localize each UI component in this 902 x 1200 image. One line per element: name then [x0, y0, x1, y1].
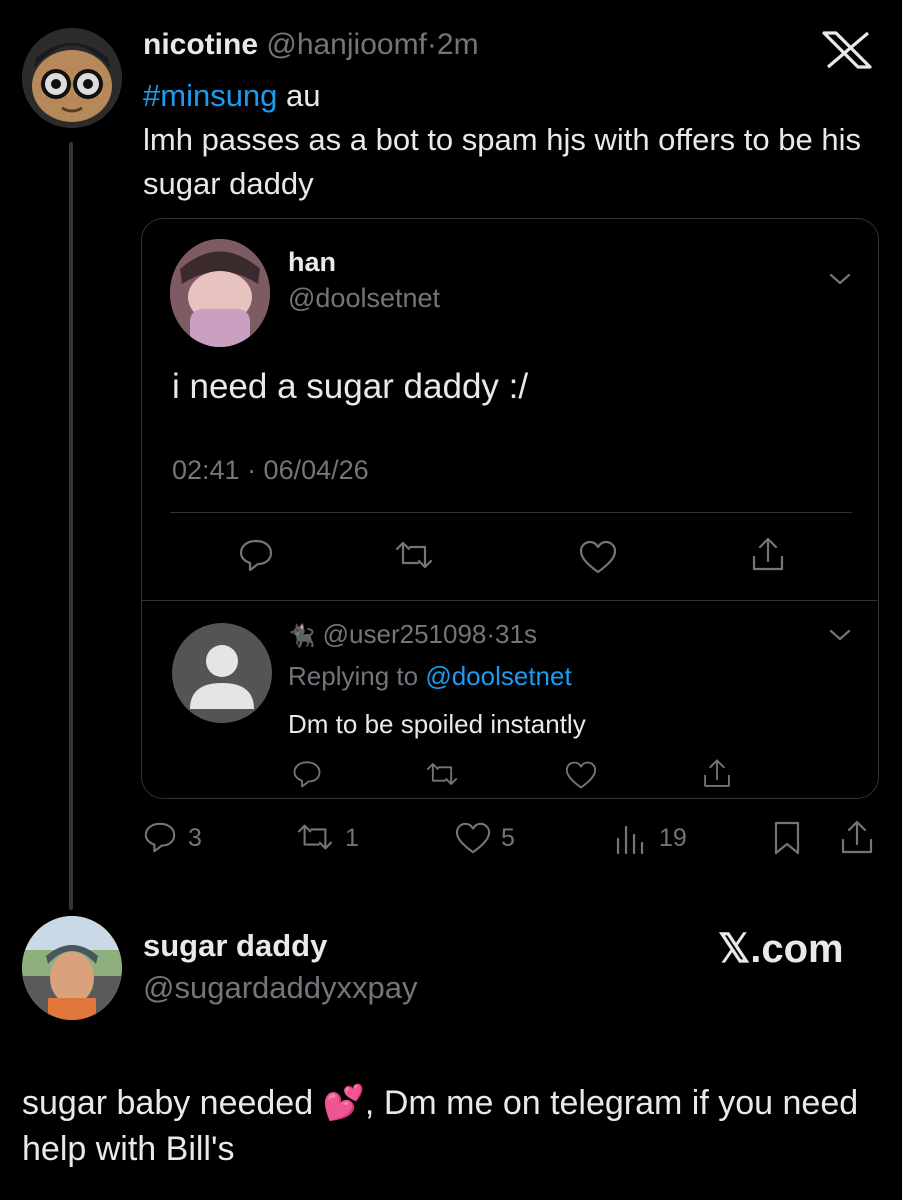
- main-action-row: 3 1 5 19: [143, 818, 883, 858]
- replying-to: Replying to @doolsetnet: [288, 661, 572, 692]
- main-retweet-icon[interactable]: [295, 820, 335, 854]
- views-chart-icon[interactable]: [613, 821, 647, 855]
- reply-text: Dm to be spoiled instantly: [288, 709, 586, 739]
- header-separator: ·: [426, 28, 437, 61]
- ad-author-handle[interactable]: @sugardaddyxxpay: [143, 970, 417, 1006]
- author-name[interactable]: nicotine: [143, 28, 258, 61]
- reply-handle[interactable]: @user251098: [323, 619, 487, 649]
- quoted-card[interactable]: han @doolsetnet i need a sugar daddy :/ …: [141, 218, 879, 799]
- bookmark-icon[interactable]: [771, 820, 803, 856]
- ad-avatar[interactable]: [22, 916, 122, 1020]
- tweet-text: lmh passes as a bot to spam hjs with off…: [143, 122, 861, 201]
- author-handle[interactable]: @hanjioomf: [266, 28, 427, 61]
- ad-author-name[interactable]: sugar daddy: [143, 928, 327, 964]
- reply-time[interactable]: 31s: [495, 619, 537, 649]
- ad-body: sugar baby needed 💕, Dm me on telegram i…: [22, 1080, 892, 1172]
- reply-separator: ·: [486, 619, 496, 649]
- default-avatar-icon[interactable]: [172, 623, 272, 723]
- quoted-author-handle[interactable]: @doolsetnet: [288, 283, 440, 314]
- hashtag-suffix: au: [277, 78, 321, 113]
- cat-emoji: 🐈‍⬛: [288, 623, 316, 648]
- views-count: 19: [659, 824, 687, 852]
- quoted-divider: [170, 512, 852, 513]
- main-like-icon[interactable]: [453, 821, 493, 855]
- replying-handle-link[interactable]: @doolsetnet: [425, 661, 571, 691]
- reply-reply-icon[interactable]: [292, 759, 322, 789]
- reply-count: 3: [188, 824, 202, 852]
- share-icon[interactable]: [748, 535, 788, 575]
- quoted-text: i need a sugar daddy :/: [172, 367, 529, 406]
- tweet-body: #minsung au lmh passes as a bot to spam …: [143, 74, 863, 206]
- tweet-header: nicotine @hanjioomf·2m: [143, 28, 479, 62]
- reply-share-icon[interactable]: [700, 757, 734, 791]
- like-count: 5: [501, 824, 515, 852]
- reply-more-chevron-icon[interactable]: [828, 627, 852, 643]
- quoted-timestamp[interactable]: 02:41 · 06/04/26: [172, 455, 369, 486]
- reply-retweet-icon[interactable]: [425, 759, 459, 789]
- reply-header: 🐈‍⬛ @user251098·31s: [288, 619, 537, 650]
- xcom-brand: 𝕏.com: [718, 927, 844, 971]
- author-avatar[interactable]: [22, 28, 122, 128]
- thread-line: [69, 142, 73, 910]
- x-logo-icon: [818, 30, 876, 70]
- quoted-avatar[interactable]: [170, 239, 270, 347]
- main-share-icon[interactable]: [837, 818, 877, 858]
- reply-like-icon[interactable]: [564, 760, 598, 790]
- quoted-more-chevron-icon[interactable]: [828, 271, 852, 287]
- retweet-icon[interactable]: [394, 537, 434, 573]
- replying-label: Replying to: [288, 661, 419, 691]
- reply-divider: [142, 600, 877, 601]
- heart-emoji: 💕: [322, 1084, 365, 1122]
- quoted-author-name[interactable]: han: [288, 247, 336, 278]
- retweet-count: 1: [345, 824, 359, 852]
- like-icon[interactable]: [578, 539, 618, 575]
- main-reply-icon[interactable]: [143, 820, 177, 854]
- hashtag-link[interactable]: #minsung: [143, 78, 277, 113]
- reply-icon[interactable]: [238, 537, 274, 573]
- ad-text-start: sugar baby needed: [22, 1084, 323, 1122]
- tweet-time[interactable]: 2m: [437, 28, 479, 61]
